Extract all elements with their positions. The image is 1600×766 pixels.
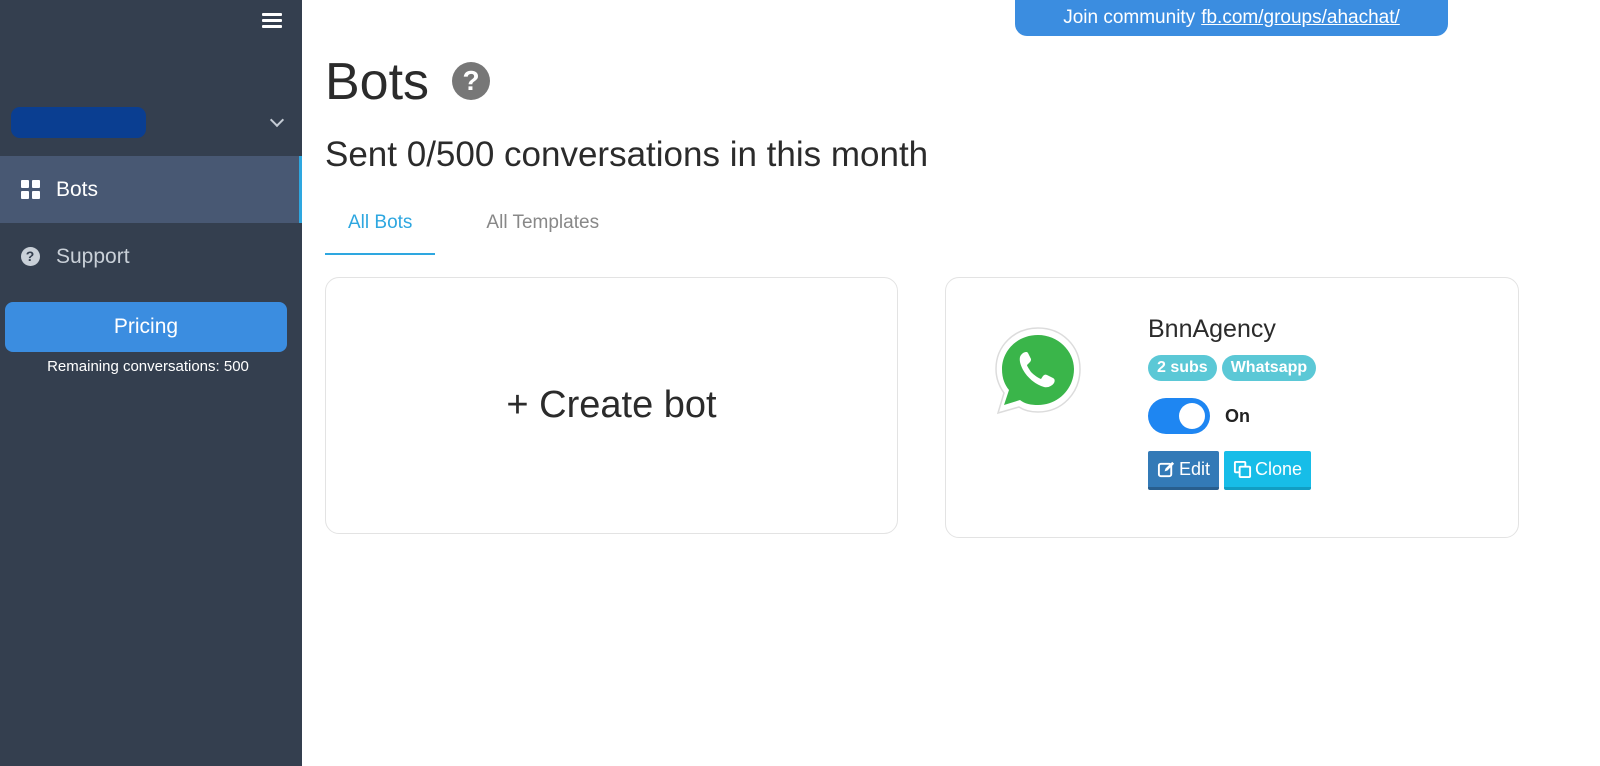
page-title: Bots (325, 53, 430, 111)
copy-icon (1233, 460, 1252, 478)
create-bot-card[interactable]: + Create bot (325, 277, 898, 534)
sidebar-item-support[interactable]: ? Support (0, 223, 302, 290)
bot-actions: Edit Clone (1148, 451, 1312, 490)
bot-card: BnnAgency 2 subs Whatsapp On Edit Clone (945, 277, 1519, 538)
bot-status-row: On (1148, 398, 1250, 434)
user-name-redacted (11, 107, 146, 138)
whatsapp-logo-icon (995, 327, 1081, 415)
bot-name: BnnAgency (1148, 315, 1276, 343)
edit-bot-button[interactable]: Edit (1148, 451, 1220, 490)
chevron-down-icon[interactable] (269, 112, 285, 128)
hamburger-menu-icon[interactable] (262, 13, 282, 31)
user-account-dropdown[interactable] (0, 100, 302, 150)
tab-all-templates[interactable]: All Templates (463, 200, 622, 255)
toggle-knob (1179, 403, 1205, 429)
question-circle-icon: ? (20, 247, 40, 267)
bot-status-toggle[interactable] (1148, 398, 1210, 434)
sidebar: Bots ? Support Pricing Remaining convers… (0, 0, 302, 766)
subscribers-badge: 2 subs (1148, 355, 1217, 381)
conversation-usage-text: Sent 0/500 conversations in this month (325, 135, 929, 174)
edit-icon (1157, 461, 1175, 477)
sidebar-item-bots[interactable]: Bots (0, 156, 302, 223)
tab-all-bots[interactable]: All Bots (325, 200, 436, 255)
community-banner: Join community fb.com/groups/ahachat/ (1015, 0, 1448, 36)
create-bot-label: + Create bot (506, 384, 717, 426)
clone-bot-button[interactable]: Clone (1224, 451, 1312, 490)
clone-label: Clone (1255, 458, 1303, 479)
remaining-conversations-text: Remaining conversations: 500 (47, 358, 249, 375)
sidebar-item-label: Support (56, 244, 130, 268)
help-icon[interactable]: ? (452, 62, 490, 100)
bot-tabs: All Bots All Templates (325, 200, 622, 255)
pricing-button[interactable]: Pricing (5, 302, 287, 352)
dashboard-grid-icon (20, 180, 40, 200)
community-link[interactable]: fb.com/groups/ahachat/ (1201, 7, 1400, 29)
bot-status-label: On (1225, 405, 1250, 426)
platform-badge: Whatsapp (1221, 355, 1317, 381)
sidebar-item-label: Bots (56, 177, 99, 201)
bot-badges: 2 subs Whatsapp (1148, 355, 1317, 381)
community-banner-text: Join community (1063, 7, 1196, 28)
edit-label: Edit (1179, 458, 1211, 479)
